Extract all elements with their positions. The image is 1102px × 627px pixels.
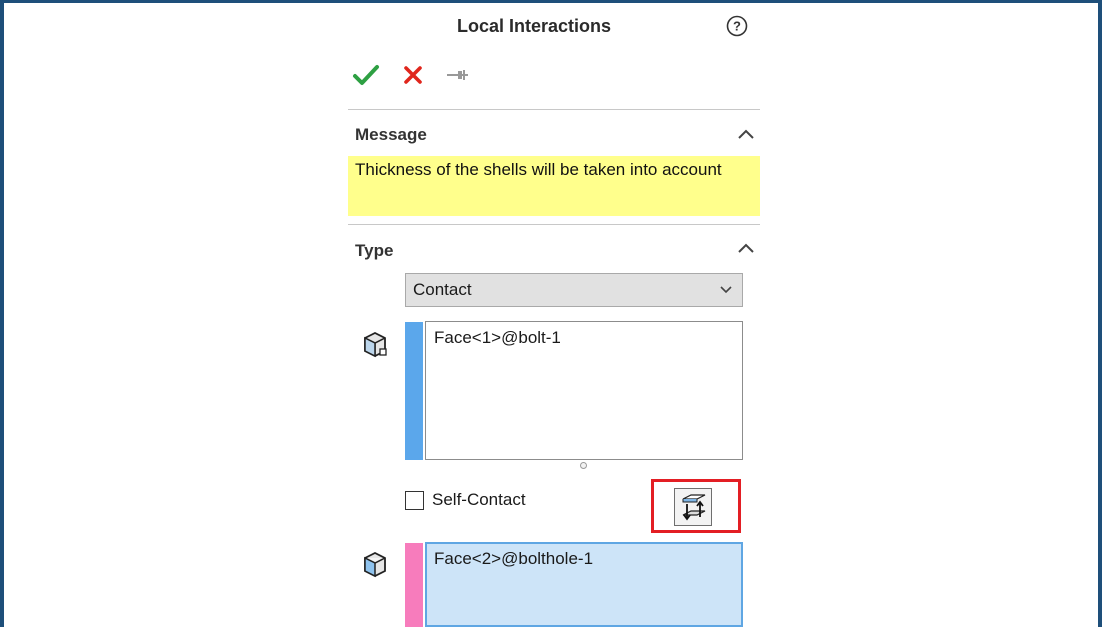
self-contact-checkbox[interactable] <box>405 491 424 510</box>
face-selection-icon <box>360 329 390 359</box>
set2-faces-list[interactable]: Face<2>@bolthole-1 <box>425 542 743 627</box>
set1-face-item[interactable]: Face<1>@bolt-1 <box>434 328 561 347</box>
set1-color-indicator <box>405 322 423 460</box>
set2-color-indicator <box>405 543 423 627</box>
check-icon <box>353 65 379 85</box>
collapse-message-button[interactable] <box>736 127 756 141</box>
ok-button[interactable] <box>351 60 381 90</box>
divider <box>348 224 760 225</box>
list-resize-handle[interactable] <box>580 462 587 469</box>
window-frame-left <box>0 0 4 627</box>
set2-face-item[interactable]: Face<2>@bolthole-1 <box>434 549 593 568</box>
chevron-down-icon <box>720 286 732 294</box>
cancel-button[interactable] <box>400 62 426 88</box>
chevron-up-icon <box>738 129 754 139</box>
flip-contact-sets-button[interactable] <box>674 488 712 526</box>
divider <box>348 109 760 110</box>
set1-faces-list[interactable]: Face<1>@bolt-1 <box>425 321 743 460</box>
close-icon <box>404 66 422 84</box>
help-icon[interactable]: ? <box>726 15 748 37</box>
self-contact-label: Self-Contact <box>432 490 526 509</box>
property-manager-panel: Local Interactions ? Message Thickness o… <box>348 0 762 627</box>
message-text: Thickness of the shells will be taken in… <box>348 156 760 216</box>
pin-button[interactable] <box>444 62 470 88</box>
type-select[interactable]: Contact <box>405 273 743 307</box>
type-section-heading: Type <box>355 241 394 260</box>
swap-faces-icon <box>682 494 706 521</box>
type-select-value: Contact <box>413 280 472 299</box>
collapse-type-button[interactable] <box>736 241 756 255</box>
face-selection-icon <box>360 549 390 579</box>
chevron-up-icon <box>738 243 754 253</box>
panel-title: Local Interactions <box>456 16 612 36</box>
window-frame-right <box>1098 0 1102 627</box>
pin-icon <box>447 70 468 80</box>
message-section-heading: Message <box>355 125 427 144</box>
svg-text:?: ? <box>733 19 741 34</box>
